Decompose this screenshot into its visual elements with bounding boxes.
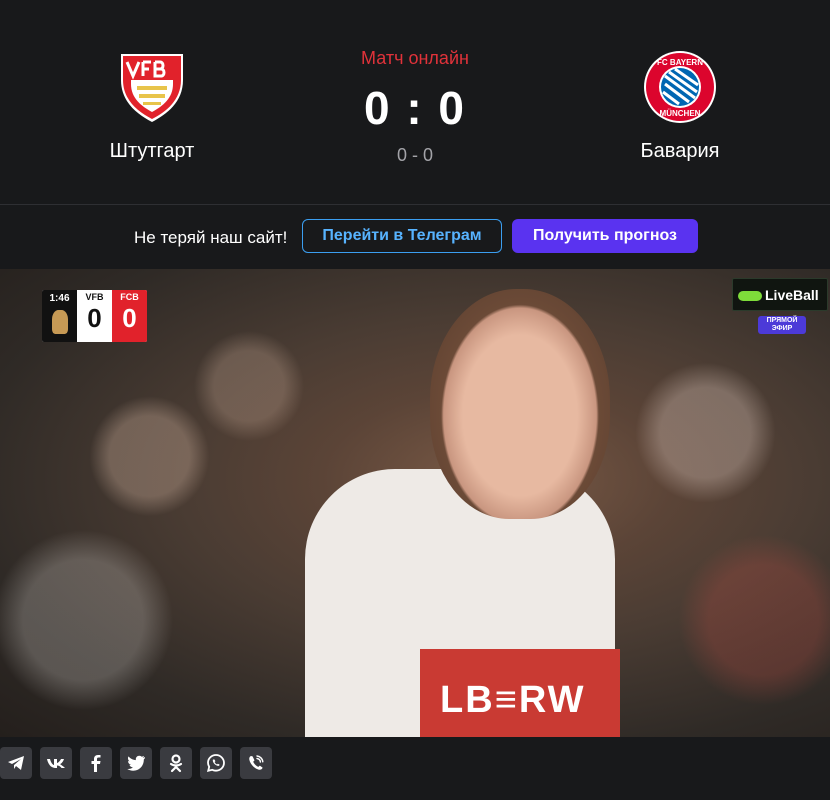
share-whatsapp-button[interactable] [200, 747, 232, 779]
share-twitter-button[interactable] [120, 747, 152, 779]
match-header: Штутгарт Матч онлайн 0 : 0 0 - 0 FC BAYE… [0, 0, 830, 204]
away-team-name: Бавария [640, 140, 720, 162]
video-player[interactable]: LB≡RW 1:46 VFB 0 FCB 0 LiveBall ПРЯМОЙ Э… [0, 269, 830, 737]
vfb-stuttgart-crest-icon [121, 54, 183, 122]
svg-text:MÜNCHEN: MÜNCHEN [660, 109, 701, 118]
scorebug-away-abbr: FCB [120, 292, 139, 302]
svg-text:FC BAYERN: FC BAYERN [657, 58, 703, 67]
share-odnoklassniki-button[interactable] [160, 747, 192, 779]
player-head [430, 289, 610, 519]
telegram-icon [8, 756, 24, 770]
scorebug-home-abbr: VFB [85, 292, 104, 302]
half-time-score: 0 - 0 [396, 145, 434, 165]
scorebug-away: FCB 0 [112, 290, 147, 342]
scorebug-home-score: 0 [87, 303, 102, 333]
broadcast-scorebug: 1:46 VFB 0 FCB 0 [42, 290, 147, 342]
away-team[interactable]: FC BAYERN MÜNCHEN Бавария [580, 50, 780, 163]
facebook-icon [91, 755, 101, 772]
odnoklassniki-icon [169, 754, 183, 773]
live-badge: ПРЯМОЙ ЭФИР [758, 316, 806, 334]
fc-bayern-munchen-crest-icon: FC BAYERN MÜNCHEN [644, 51, 716, 123]
whatsapp-icon [206, 754, 225, 773]
scorebug-clock-text: 1:46 [49, 293, 70, 304]
header-divider [0, 204, 830, 205]
promo-bar: Не теряй наш сайт! Перейти в Телеграм По… [0, 219, 830, 255]
share-facebook-button[interactable] [80, 747, 112, 779]
share-telegram-button[interactable] [0, 747, 32, 779]
liveball-icon [738, 291, 762, 301]
share-vk-button[interactable] [40, 747, 72, 779]
telegram-button[interactable]: Перейти в Телеграм [302, 219, 502, 253]
promo-text: Не теряй наш сайт! [134, 228, 288, 247]
liveball-logo: LiveBall [732, 278, 828, 311]
mascot-icon [52, 310, 68, 334]
scorebug-away-score: 0 [122, 303, 137, 333]
share-bar [0, 747, 830, 781]
get-forecast-button[interactable]: Получить прогноз [512, 219, 698, 253]
score-center: Матч онлайн 0 : 0 0 - 0 [315, 48, 515, 166]
home-team[interactable]: Штутгарт [52, 50, 252, 163]
viber-icon [249, 755, 264, 770]
liveball-brand: LiveBall [765, 287, 819, 303]
home-team-name: Штутгарт [109, 140, 195, 162]
shirt-sponsor: LB≡RW [440, 679, 586, 721]
scorebug-clock: 1:46 [42, 290, 77, 342]
vk-icon [47, 759, 65, 768]
scorebug-home: VFB 0 [77, 290, 112, 342]
main-score: 0 : 0 [363, 82, 467, 134]
share-viber-button[interactable] [240, 747, 272, 779]
twitter-icon [127, 755, 145, 771]
match-status: Матч онлайн [361, 48, 469, 68]
